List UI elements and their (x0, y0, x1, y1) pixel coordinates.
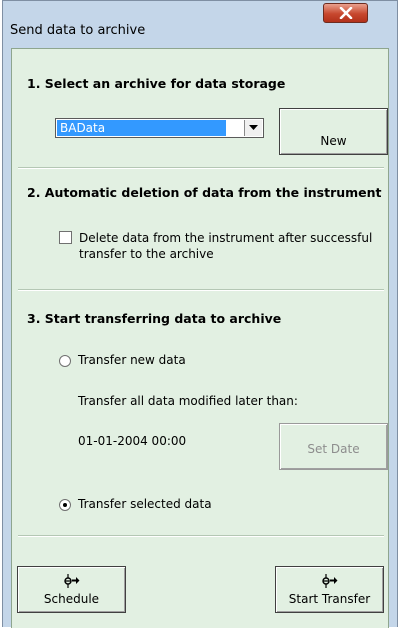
archive-select-value: BAData (57, 120, 226, 136)
transfer-new-data-label: Transfer new data (78, 353, 186, 367)
set-date-button[interactable]: Set Date (279, 423, 388, 470)
modified-later-than-label: Transfer all data modified later than: (78, 394, 298, 408)
instrument-transfer-icon (276, 574, 383, 591)
separator (18, 535, 384, 537)
transfer-new-data-radio[interactable] (59, 355, 71, 367)
new-archive-button[interactable]: New (279, 108, 388, 155)
transfer-selected-data-label: Transfer selected data (78, 497, 212, 511)
dialog-content: 1. Select an archive for data storage BA… (11, 48, 389, 628)
separator (18, 289, 384, 291)
dialog-window: Send data to archive 1. Select an archiv… (2, 0, 398, 628)
archive-select-dropdown-button[interactable] (244, 120, 262, 136)
archive-select[interactable]: BAData (55, 118, 264, 138)
separator (18, 167, 384, 169)
schedule-button-label: Schedule (43, 592, 100, 606)
section-archive-heading: 1. Select an archive for data storage (27, 76, 286, 91)
transfer-selected-data-radio[interactable] (59, 499, 71, 511)
start-transfer-button[interactable]: Start Transfer (275, 566, 384, 613)
close-icon (339, 7, 353, 19)
close-button[interactable] (323, 3, 368, 23)
start-transfer-button-label: Start Transfer (288, 592, 371, 606)
set-date-button-label: Set Date (307, 442, 360, 456)
window-title: Send data to archive (10, 23, 146, 38)
delete-data-label-line1: Delete data from the instrument after su… (79, 231, 373, 245)
section-transfer-heading: 3. Start transferring data to archive (27, 311, 282, 326)
instrument-transfer-icon (18, 574, 125, 591)
new-archive-button-label: New (320, 134, 347, 148)
delete-data-checkbox[interactable] (59, 231, 72, 244)
title-bar[interactable]: Send data to archive (3, 1, 397, 49)
delete-data-label-line2: transfer to the archive (79, 247, 214, 261)
chevron-down-icon (249, 125, 258, 130)
date-value: 01-01-2004 00:00 (78, 434, 187, 448)
section-deletion-heading: 2. Automatic deletion of data from the i… (27, 185, 382, 200)
schedule-button[interactable]: Schedule (17, 566, 126, 613)
